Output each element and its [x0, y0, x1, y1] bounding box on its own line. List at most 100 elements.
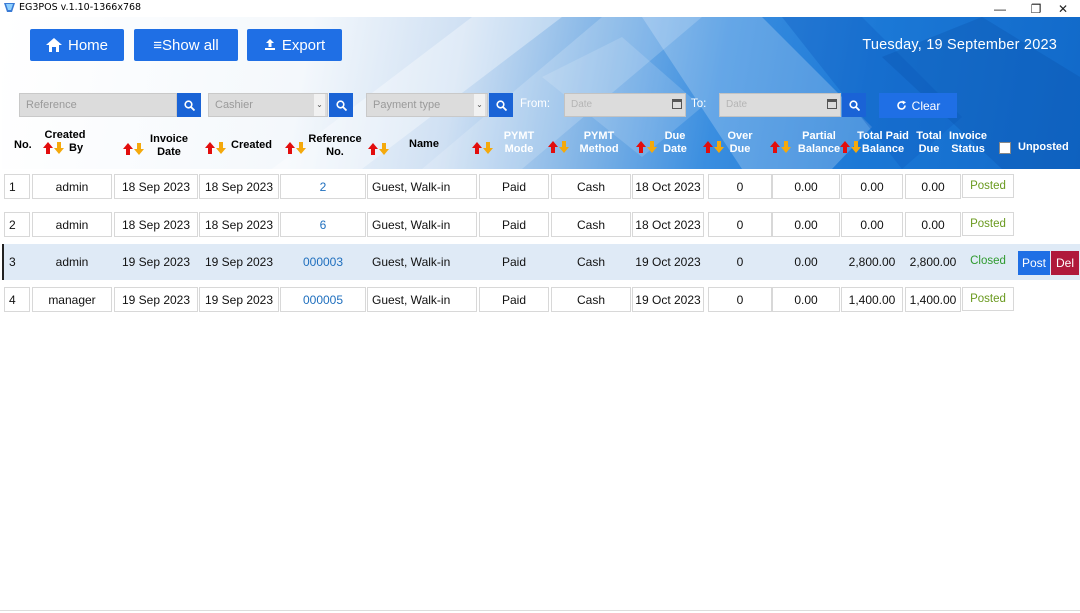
cell-invoice-date: 18 Sep 2023 [114, 212, 198, 237]
cell-over-due: 0 [708, 174, 772, 199]
export-label: Export [281, 36, 326, 54]
sort-pymt-mode[interactable] [472, 142, 493, 154]
search-icon [335, 99, 347, 111]
sort-down-icon[interactable] [216, 142, 226, 154]
col-partial-line2: Balance [797, 143, 841, 155]
cell-invoice-date: 19 Sep 2023 [114, 287, 198, 312]
cell-name: Guest, Walk-in [367, 287, 477, 312]
col-total-due-line2: Due [918, 143, 940, 155]
reference-search-button[interactable] [177, 93, 201, 117]
status-badge: Posted [962, 287, 1014, 311]
sort-down-icon[interactable] [781, 141, 791, 153]
sort-up-icon[interactable] [636, 141, 646, 153]
delete-button[interactable]: Del [1051, 251, 1079, 275]
sort-up-icon[interactable] [703, 141, 713, 153]
post-button[interactable]: Post [1018, 251, 1050, 275]
col-invoice-date: Invoice Date [144, 133, 194, 159]
table-row[interactable]: 4 manager 19 Sep 2023 19 Sep 2023 000005… [2, 282, 1080, 318]
title-bar: EG3POS v.1.10-1366x768 — ❐ ✕ [0, 0, 1080, 17]
cell-due-date: 18 Oct 2023 [632, 174, 704, 199]
cashier-search-button[interactable] [329, 93, 353, 117]
col-due-date-line2: Date [663, 143, 687, 155]
cell-partial-balance: 0.00 [772, 174, 840, 199]
status-badge: Closed [970, 255, 1006, 267]
col-created: Created [231, 139, 272, 151]
sort-created[interactable] [205, 142, 226, 154]
from-date-input[interactable]: Date [564, 93, 686, 117]
chevron-down-icon: ⌄ [474, 94, 485, 116]
table-row[interactable]: 1 admin 18 Sep 2023 18 Sep 2023 2 Guest,… [2, 169, 1080, 205]
cell-pymt-mode: Paid [479, 174, 549, 199]
col-invoice-status: Invoice Status [946, 130, 990, 156]
cell-created: 18 Sep 2023 [199, 174, 279, 199]
col-total-paid: Total Paid Balance [852, 130, 914, 156]
unposted-checkbox[interactable] [999, 142, 1011, 154]
app-logo-icon [4, 3, 15, 12]
date-search-button[interactable] [842, 93, 866, 117]
home-icon [45, 38, 62, 52]
sort-down-icon[interactable] [714, 141, 724, 153]
home-button[interactable]: Home [30, 29, 124, 61]
from-date-value: Date [571, 99, 593, 110]
col-name: Name [409, 138, 439, 150]
payment-type-select[interactable]: Payment type ⌄ [366, 93, 488, 117]
sort-down-icon[interactable] [647, 141, 657, 153]
payment-type-placeholder: Payment type [373, 99, 441, 111]
cell-total-due: 2,800.00 [909, 254, 957, 269]
sort-due-date[interactable] [636, 141, 657, 153]
sort-up-icon[interactable] [840, 141, 850, 153]
col-invoice-date-line2: Date [157, 146, 181, 158]
sort-up-icon[interactable] [368, 143, 378, 155]
cell-reference-link[interactable]: 6 [280, 212, 366, 237]
sort-up-icon[interactable] [285, 142, 295, 154]
cashier-select[interactable]: Cashier ⌄ [208, 93, 328, 117]
reference-filter-input[interactable]: Reference [19, 93, 177, 117]
sort-up-icon[interactable] [123, 143, 133, 155]
cell-reference-link[interactable]: 2 [280, 174, 366, 199]
sort-pymt-method[interactable] [548, 141, 569, 153]
export-button[interactable]: Export [247, 29, 342, 61]
clear-button[interactable]: Clear [879, 93, 957, 118]
sort-up-icon[interactable] [548, 141, 558, 153]
cell-reference-link[interactable]: 000005 [280, 287, 366, 312]
sort-partial-balance[interactable] [770, 141, 791, 153]
sort-created-by[interactable] [43, 142, 64, 154]
cell-total-due: 0.00 [905, 174, 961, 199]
sort-over-due[interactable] [703, 141, 724, 153]
to-date-input[interactable]: Date [719, 93, 841, 117]
col-total-due-line1: Total [916, 130, 942, 142]
cell-invoice-date: 18 Sep 2023 [114, 174, 198, 199]
sort-up-icon[interactable] [205, 142, 215, 154]
sort-up-icon[interactable] [472, 142, 482, 154]
payment-type-search-button[interactable] [489, 93, 513, 117]
cell-created-by: manager [32, 287, 112, 312]
col-created-by: Created [40, 129, 90, 142]
table-row-selected[interactable]: 3 admin 19 Sep 2023 19 Sep 2023 000003 G… [2, 244, 1080, 280]
calendar-icon[interactable] [672, 99, 682, 109]
status-badge: Posted [962, 212, 1014, 236]
sort-invoice-date[interactable] [123, 143, 144, 155]
to-date-value: Date [726, 99, 748, 110]
home-label: Home [67, 36, 108, 54]
close-button[interactable]: ✕ [1046, 0, 1080, 17]
col-invoice-status-line1: Invoice [949, 130, 987, 142]
clear-label: Clear [911, 98, 941, 113]
sort-up-icon[interactable] [770, 141, 780, 153]
sort-down-icon[interactable] [483, 142, 493, 154]
cell-created: 18 Sep 2023 [199, 212, 279, 237]
cell-no: 3 [9, 254, 16, 269]
sort-up-icon[interactable] [43, 142, 53, 154]
from-label: From: [520, 98, 551, 110]
to-label: To: [691, 98, 707, 110]
cell-reference-link[interactable]: 000003 [280, 249, 366, 274]
calendar-icon[interactable] [827, 99, 837, 109]
sort-down-icon[interactable] [379, 143, 389, 155]
table-row[interactable]: 2 admin 18 Sep 2023 18 Sep 2023 6 Guest,… [2, 207, 1080, 243]
sort-name[interactable] [368, 143, 389, 155]
sort-down-icon[interactable] [134, 143, 144, 155]
search-icon [183, 99, 195, 111]
sort-down-icon[interactable] [559, 141, 569, 153]
show-all-button[interactable]: ≡Show all [134, 29, 238, 61]
col-created-by-line2: By [69, 142, 84, 154]
sort-down-icon[interactable] [54, 142, 64, 154]
